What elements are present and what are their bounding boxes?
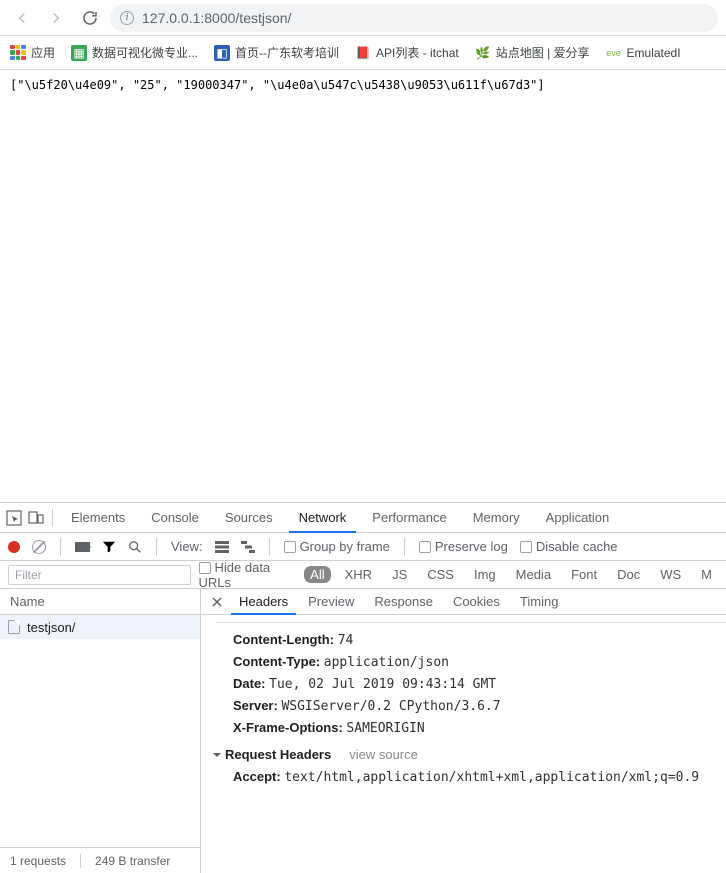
clear-button[interactable] [32,540,46,554]
filter-xhr[interactable]: XHR [339,566,378,583]
filter-css[interactable]: CSS [421,566,460,583]
header-row: Accept: text/html,application/xhtml+xml,… [217,766,726,788]
address-bar[interactable]: i 127.0.0.1:8000/testjson/ [110,4,718,32]
favicon: ◧ [214,45,230,61]
filter-icon[interactable] [102,540,116,554]
filter-all[interactable]: All [304,566,330,583]
view-source-link[interactable]: view source [349,747,418,762]
tab-response[interactable]: Response [366,589,441,615]
page-body: ["\u5f20\u4e09", "25", "19000347", "\u4e… [0,70,726,502]
request-row[interactable]: testjson/ [0,615,200,639]
filter-img[interactable]: Img [468,566,502,583]
status-requests: 1 requests [10,854,66,868]
tab-sources[interactable]: Sources [215,503,283,533]
request-list: Name testjson/ 1 requests 249 B transfer [0,589,201,873]
tab-elements[interactable]: Elements [61,503,135,533]
status-bar: 1 requests 249 B transfer [0,847,200,873]
tab-memory[interactable]: Memory [463,503,530,533]
group-by-frame-checkbox[interactable]: Group by frame [284,539,390,554]
browser-toolbar: i 127.0.0.1:8000/testjson/ [0,0,726,36]
device-icon[interactable] [28,510,44,526]
tab-console[interactable]: Console [141,503,209,533]
devtools: Elements Console Sources Network Perform… [0,502,726,873]
separator [60,538,61,556]
forward-button[interactable] [42,4,70,32]
bookmark-item[interactable]: ▦ 数据可视化微专业... [71,44,198,61]
header-row: Content-Type: application/json [217,651,726,673]
apps-button[interactable]: 应用 [10,44,55,61]
request-name: testjson/ [27,620,75,635]
filter-font[interactable]: Font [565,566,603,583]
back-button[interactable] [8,4,36,32]
filter-doc[interactable]: Doc [611,566,646,583]
headers-panel: Content-Length: 74 Content-Type: applica… [201,615,726,873]
tab-cookies[interactable]: Cookies [445,589,508,615]
detail-tabs: Headers Preview Response Cookies Timing [201,589,726,615]
bookmark-label: API列表 - itchat [376,44,459,61]
section-title: Request Headers [225,747,331,762]
hide-data-urls-checkbox[interactable]: Hide data URLs [199,560,297,590]
tab-performance[interactable]: Performance [362,503,456,533]
tab-network[interactable]: Network [289,503,357,533]
url-text: 127.0.0.1:8000/testjson/ [142,10,291,26]
request-detail: Headers Preview Response Cookies Timing … [201,589,726,873]
devtools-tabs: Elements Console Sources Network Perform… [0,503,726,533]
tab-timing[interactable]: Timing [512,589,567,615]
bookmark-label: 首页--广东软考培训 [235,44,339,61]
separator [52,509,53,527]
favicon: 🌿 [475,45,491,61]
preserve-log-checkbox[interactable]: Preserve log [419,539,508,554]
bookmark-item[interactable]: 🌿 站点地图 | 爱分享 [475,44,590,61]
search-icon[interactable] [128,540,142,554]
separator [156,538,157,556]
close-button[interactable] [207,592,227,612]
status-transfer: 249 B transfer [80,854,170,868]
filter-js[interactable]: JS [386,566,413,583]
separator [404,538,405,556]
favicon: eve [606,45,622,61]
list-header-name[interactable]: Name [0,589,200,615]
apps-icon [10,45,26,61]
inspect-icon[interactable] [6,510,22,526]
filter-ws[interactable]: WS [654,566,687,583]
page-body-text: ["\u5f20\u4e09", "25", "19000347", "\u4e… [10,78,545,92]
favicon: 📕 [355,45,371,61]
request-headers-section[interactable]: Request Headers view source [213,747,726,762]
filter-input[interactable]: Filter [8,565,191,585]
reload-button[interactable] [76,4,104,32]
large-rows-icon[interactable] [215,541,229,553]
header-row: Content-Length: 74 [217,629,726,651]
tab-headers[interactable]: Headers [231,589,296,615]
favicon: ▦ [71,45,87,61]
apps-label: 应用 [31,44,55,61]
site-info-icon[interactable]: i [120,11,134,25]
bookmark-label: EmulatedI [627,46,681,60]
bookmark-label: 数据可视化微专业... [92,44,198,61]
filter-media[interactable]: Media [510,566,557,583]
disclosure-triangle-icon [213,753,221,761]
bookmark-item[interactable]: eve EmulatedI [606,45,681,61]
waterfall-icon[interactable] [241,541,255,553]
bookmark-item[interactable]: 📕 API列表 - itchat [355,44,459,61]
network-controls: View: Group by frame Preserve log Disabl… [0,533,726,561]
network-body: Name testjson/ 1 requests 249 B transfer… [0,589,726,873]
header-row: Server: WSGIServer/0.2 CPython/3.6.7 [217,695,726,717]
view-label: View: [171,539,203,554]
bookmarks-bar: 应用 ▦ 数据可视化微专业... ◧ 首页--广东软考培训 📕 API列表 - … [0,36,726,70]
network-filter-bar: Filter Hide data URLs All XHR JS CSS Img… [0,561,726,589]
file-icon [8,620,20,634]
tab-preview[interactable]: Preview [300,589,362,615]
bookmark-label: 站点地图 | 爱分享 [496,44,590,61]
bookmark-item[interactable]: ◧ 首页--广东软考培训 [214,44,339,61]
disable-cache-checkbox[interactable]: Disable cache [520,539,618,554]
header-row: X-Frame-Options: SAMEORIGIN [217,717,726,739]
header-row: Date: Tue, 02 Jul 2019 09:43:14 GMT [217,673,726,695]
filter-manifest[interactable]: M [695,566,718,583]
tab-application[interactable]: Application [536,503,620,533]
record-button[interactable] [8,541,20,553]
separator [269,538,270,556]
screenshot-icon[interactable] [75,542,90,552]
